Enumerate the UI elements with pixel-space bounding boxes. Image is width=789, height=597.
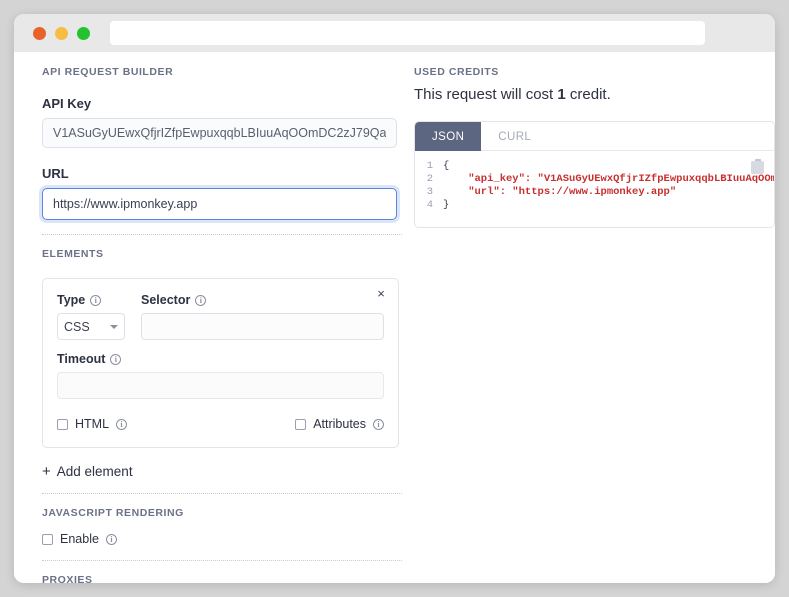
element-card: × Type i CSS Selector i Timeout i HTML i… [42,278,399,448]
address-bar-input[interactable] [110,21,705,45]
attributes-checkbox[interactable] [295,418,307,430]
timeout-label: Timeout [57,352,106,366]
info-icon-attributes[interactable]: i [373,418,384,430]
close-icon[interactable]: × [374,287,388,301]
code-row: 1 { [415,160,774,173]
chevron-down-icon [110,324,118,329]
enable-js-checkbox-group[interactable]: Enable i [42,532,386,546]
type-field-group: Type i CSS [57,293,125,340]
html-checkbox[interactable] [57,418,68,430]
tab-json[interactable]: JSON [415,122,482,151]
used-credits-heading: USED CREDITS [414,66,499,78]
tab-curl[interactable]: CURL [481,122,548,151]
traffic-light-group [33,26,90,40]
javascript-rendering-heading: JAVASCRIPT RENDERING [42,507,184,519]
info-icon-html[interactable]: i [116,418,128,430]
code-content: "url": "https://www.ipmonkey.app" [443,186,677,198]
url-label: URL [42,166,69,181]
add-element-button[interactable]: + Add element [42,464,133,479]
line-number: 4 [426,199,433,211]
type-label-group: Type i [57,293,125,307]
credit-cost-amount: 1 [557,86,566,103]
code-block: 1 { 2 "api_key": "V1ASuGyUEwxQfjrIZfpEwp… [415,151,774,227]
selector-label: Selector [141,293,191,307]
code-row: 4 } [415,199,774,212]
browser-titlebar [14,14,775,52]
api-request-builder-heading: API REQUEST BUILDER [42,66,174,78]
code-content: } [443,199,450,211]
copy-icon-body [751,161,764,174]
page-content: API REQUEST BUILDER API Key URL ELEMENTS… [14,52,775,583]
info-icon-selector[interactable]: i [195,294,207,306]
enable-js-checkbox[interactable] [42,533,53,545]
html-checkbox-label: HTML [75,417,110,431]
credit-cost-suffix: credit. [565,86,611,103]
minimize-window-button[interactable] [55,26,68,40]
code-row: 2 "api_key": "V1ASuGyUEwxQfjrIZfpEwpuxqq… [415,173,774,186]
enable-js-label: Enable [60,532,99,546]
html-checkbox-group[interactable]: HTML i [57,417,128,431]
elements-heading: ELEMENTS [42,248,104,260]
info-icon-timeout[interactable]: i [110,353,122,365]
info-icon-type[interactable]: i [90,294,102,306]
code-content: "api_key": "V1ASuGyUEwxQfjrIZfpEwpuxqqbL… [468,173,774,185]
type-select-value: CSS [64,319,90,334]
selector-input[interactable] [141,313,384,340]
line-number: 3 [426,186,433,198]
type-selector-row: Type i CSS Selector i [57,293,384,340]
close-window-button[interactable] [33,26,46,40]
credit-cost-text: This request will cost 1 credit. [414,86,751,103]
type-label: Type [57,293,86,307]
line-number: 1 [426,160,433,172]
timeout-label-group: Timeout i [57,352,384,366]
copy-icon[interactable] [751,159,764,174]
plus-icon: + [42,463,51,480]
browser-window: API REQUEST BUILDER API Key URL ELEMENTS… [14,14,775,583]
info-icon-enable-js[interactable]: i [105,533,117,545]
element-checkbox-row: HTML i Attributes i [57,417,384,431]
attributes-checkbox-label: Attributes [313,417,366,431]
type-select[interactable]: CSS [57,313,125,340]
timeout-input[interactable] [57,372,384,399]
credit-cost-prefix: This request will cost [414,86,558,103]
code-content: { [443,160,450,172]
maximize-window-button[interactable] [77,26,90,40]
selector-label-group: Selector i [141,293,384,307]
line-number: 2 [426,173,433,185]
add-element-label: Add element [56,464,133,479]
api-key-label: API Key [42,96,92,111]
attributes-checkbox-group[interactable]: Attributes i [295,417,384,431]
api-key-input[interactable] [42,118,397,148]
divider-after-elements [42,493,402,494]
url-input[interactable] [42,188,397,220]
code-tabs: JSON CURL [415,122,774,151]
code-row: 3 "url": "https://www.ipmonkey.app" [415,186,774,199]
request-builder-column: API REQUEST BUILDER API Key URL ELEMENTS… [14,66,402,583]
divider-after-url [42,234,402,235]
selector-field-group: Selector i [141,293,384,340]
used-credits-column: USED CREDITS This request will cost 1 cr… [386,66,775,583]
divider-after-js [42,560,402,561]
proxies-heading: PROXIES [42,574,93,583]
code-panel: JSON CURL 1 { 2 "api_key": "V1ASuGyUEwxQ… [414,121,775,228]
